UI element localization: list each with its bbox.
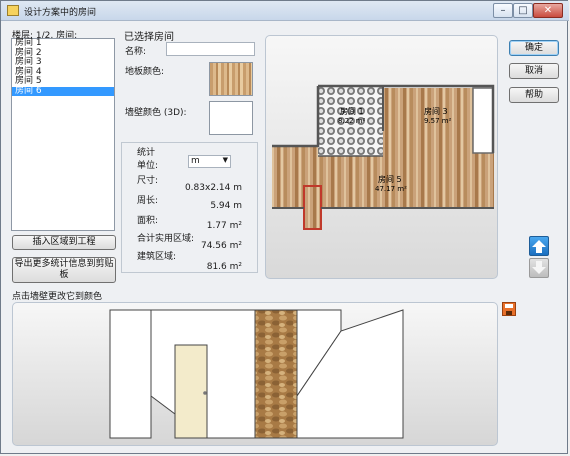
name-input[interactable] [166, 42, 255, 56]
save-icon-shutter [506, 311, 512, 315]
save-icon[interactable] [502, 302, 516, 316]
ok-button[interactable]: 确定 [509, 40, 559, 56]
help-button[interactable]: 帮助 [509, 87, 559, 103]
minimize-button[interactable]: – [493, 3, 513, 18]
maximize-button[interactable]: □ [513, 3, 533, 18]
floor-color-label: 地板颜色: [125, 67, 165, 77]
close-button[interactable]: ✕ [533, 3, 563, 18]
room-3-area: 9.57 m² [424, 117, 452, 125]
plan-wall-left [272, 86, 320, 148]
perimeter-label: 周长: [137, 196, 159, 206]
arrow-up-icon[interactable] [529, 236, 549, 256]
wall-left[interactable] [109, 309, 152, 439]
floor-color-swatch[interactable] [209, 62, 253, 96]
door [174, 344, 208, 439]
size-value: 0.83x2.14 m [184, 183, 242, 193]
selected-room-title: 已选择房间 [124, 32, 174, 43]
app-icon [7, 5, 19, 16]
perimeter-value: 5.94 m [210, 201, 242, 211]
save-icon-label-area [505, 304, 513, 308]
3d-wall-preview[interactable] [12, 302, 498, 446]
unit-select-value: m [191, 156, 200, 166]
chevron-down-icon: ▼ [222, 156, 228, 164]
room-5-name: 房间 5 [378, 174, 402, 184]
area-value: 1.77 m² [206, 221, 242, 231]
usable-area-value: 74.56 m² [200, 241, 242, 251]
room-1-name: 房间 1 [340, 106, 364, 116]
wall-color-label: 墙壁颜色 (3D): [125, 108, 187, 118]
export-stats-button[interactable]: 导出更多统计信息到剪贴板 [12, 257, 116, 283]
area-label: 面积: [137, 216, 159, 226]
room-dialog: 设计方案中的房间 – □ ✕ 楼层: 1/2, 房间: 房间 1 房间 2 房间 3… [0, 0, 569, 454]
title-bar: 设计方案中的房间 – □ ✕ [1, 1, 569, 21]
room-1-area: 8.22 m² [338, 117, 366, 125]
statistics-panel: 统计 单位: m ▼ 尺寸: 0.83x2.14 m 周长: 5.94 m 面积… [121, 142, 258, 273]
size-label: 尺寸: [137, 176, 159, 186]
insert-area-button[interactable]: 插入区域到工程 [12, 235, 116, 250]
door-handle [203, 391, 207, 395]
room-list-item[interactable]: 房间 6 [12, 86, 114, 96]
unit-select[interactable]: m ▼ [188, 155, 231, 168]
stone-wall[interactable] [254, 309, 298, 439]
built-area-value: 81.6 m² [206, 262, 242, 272]
preview-hint-label: 点击墙壁更改它到颜色 [12, 292, 103, 302]
room-list[interactable]: 房间 1 房间 2 房间 3 房间 4 房间 5 房间 6 [11, 38, 115, 231]
room-3-name: 房间 3 [424, 106, 448, 116]
wall-color-swatch[interactable] [209, 101, 253, 135]
room-5-area: 47.17 m² [375, 185, 407, 193]
floor-plan-view[interactable]: 房间 1 8.22 m² 房间 3 9.57 m² 房间 5 47.17 m² [265, 35, 498, 279]
wall-preview-svg [109, 309, 404, 439]
stats-title: 统计 [137, 148, 156, 158]
name-label: 名称: [125, 47, 147, 57]
floor-plan-svg: 房间 1 8.22 m² 房间 3 9.57 m² 房间 5 47.17 m² [272, 84, 495, 230]
built-area-label: 建筑区域: [137, 252, 177, 262]
closet-outline [472, 87, 494, 154]
room-6-highlight[interactable] [303, 185, 322, 230]
unit-label: 单位: [137, 161, 159, 171]
arrow-down-icon[interactable] [529, 258, 549, 278]
window-title: 设计方案中的房间 [24, 8, 97, 18]
cancel-button[interactable]: 取消 [509, 63, 559, 79]
